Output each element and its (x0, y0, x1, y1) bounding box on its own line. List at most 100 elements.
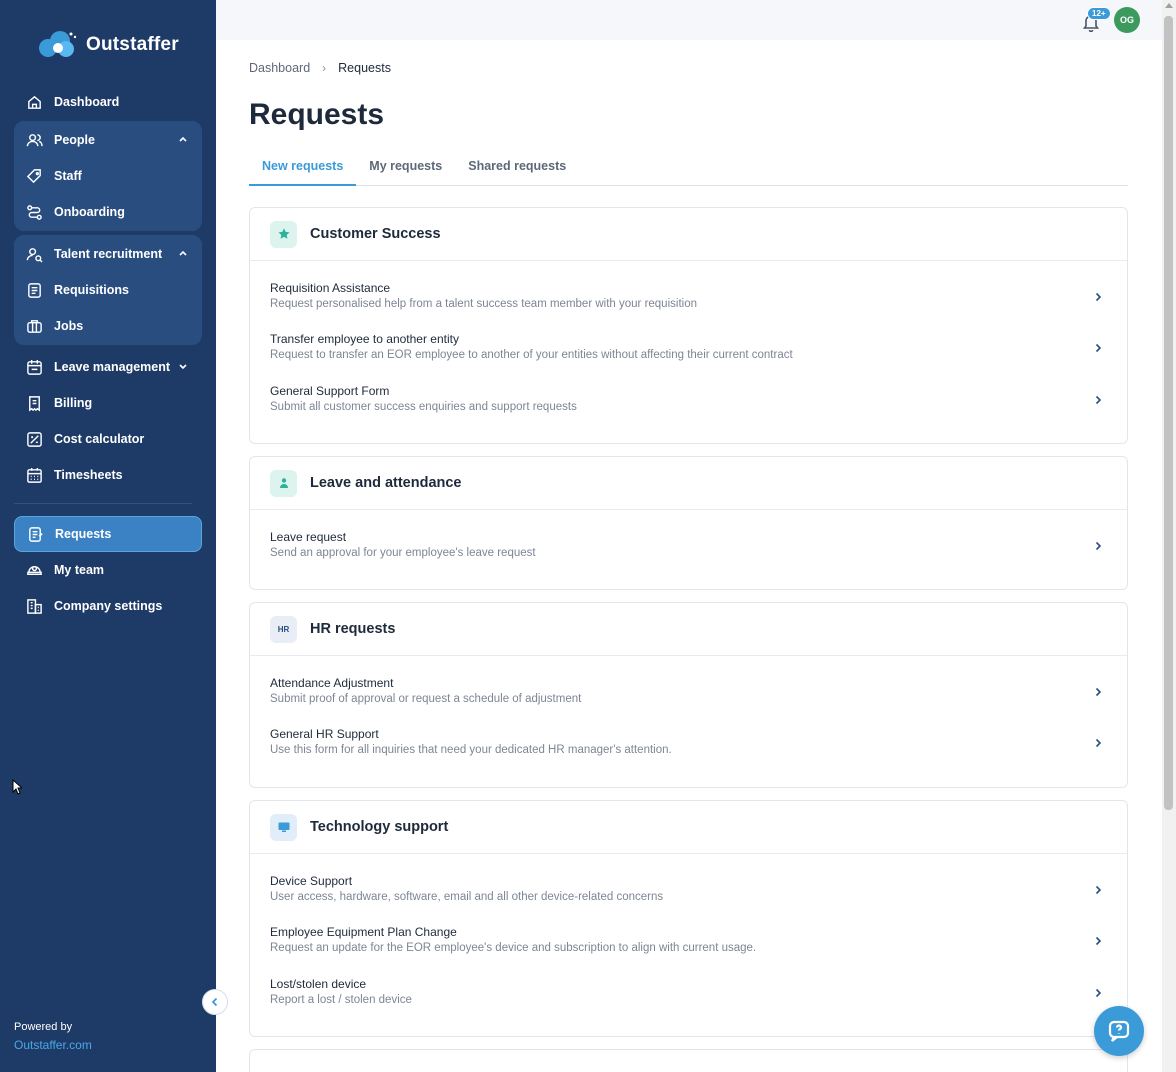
sidebar-collapse-button[interactable] (202, 989, 228, 1015)
request-item-general-support-form[interactable]: General Support Form Submit all customer… (250, 380, 1127, 431)
chevron-right-icon (1095, 885, 1102, 895)
card-header: Technology support (250, 801, 1127, 854)
sidebar-item-label: Timesheets (54, 468, 123, 482)
card-leave-attendance: Leave and attendance Leave request Send … (249, 456, 1128, 591)
star-icon (270, 220, 297, 248)
card-technology-support: Technology support Device Support User a… (249, 800, 1128, 1037)
chat-help-icon (1108, 1020, 1130, 1042)
chevron-right-icon (1095, 937, 1102, 946)
request-item-title: Attendance Adjustment (270, 676, 394, 690)
request-item-transfer-employee[interactable]: Transfer employee to another entity Requ… (250, 328, 1127, 379)
sidebar-item-people[interactable]: People (14, 122, 202, 158)
sidebar-item-label: Company settings (54, 599, 163, 613)
tab-shared-requests[interactable]: Shared requests (455, 152, 579, 186)
card-header: Leave and attendance (250, 457, 1127, 510)
tag-icon (25, 167, 43, 185)
sidebar-item-label: Cost calculator (54, 432, 145, 446)
chevron-right-icon (1095, 988, 1102, 997)
request-item-equipment-plan-change[interactable]: Employee Equipment Plan Change Request a… (250, 921, 1127, 972)
tab-my-requests[interactable]: My requests (356, 152, 455, 186)
chevron-right-icon: › (322, 61, 327, 75)
sidebar-item-label: Requests (55, 527, 112, 541)
chevron-up-icon (179, 136, 187, 142)
chevron-right-icon (1095, 292, 1102, 302)
sidebar-item-label: Leave management (54, 360, 171, 374)
request-item-description: Use this form for all inquiries that nee… (270, 744, 672, 757)
request-item-device-support[interactable]: Device Support User access, hardware, so… (250, 870, 1127, 921)
sidebar-item-label: Jobs (54, 319, 84, 333)
request-item-description: Request personalised help from a talent … (270, 298, 697, 310)
sidebar-group-people: People Staff Onboarding (14, 121, 202, 231)
card-title: HR requests (310, 621, 396, 637)
request-item-title: Lost/stolen device (270, 976, 367, 991)
receipt-icon (25, 394, 43, 412)
request-item-title: Requisition Assistance (270, 281, 391, 295)
request-item-description: Send an approval for your employee's lea… (270, 547, 536, 559)
breadcrumb-dashboard[interactable]: Dashboard (249, 61, 310, 75)
sidebar-item-requisitions[interactable]: Requisitions (14, 272, 202, 308)
sidebar-item-cost-calculator[interactable]: Cost calculator (14, 421, 202, 457)
request-icon (26, 525, 44, 543)
request-item-description: Request to transfer an EOR employee to a… (270, 349, 793, 362)
sidebar-item-billing[interactable]: Billing (14, 385, 202, 421)
sidebar-item-my-team[interactable]: My team (14, 552, 202, 588)
calendar-icon (25, 358, 43, 376)
sidebar-item-label: Billing (54, 396, 93, 410)
outstaffer-logo-icon (39, 31, 77, 57)
briefcase-icon (25, 317, 43, 335)
sidebar-item-requests[interactable]: Requests (14, 516, 202, 552)
sidebar-divider (14, 503, 192, 504)
card-hr-requests: HR HR requests Attendance Adjustment Sub… (249, 602, 1128, 788)
notification-badge: 12+ (1087, 7, 1111, 20)
request-item-title: Leave request (270, 530, 347, 544)
card-title: Customer Success (310, 226, 441, 242)
sidebar-item-label: My team (54, 563, 105, 577)
page-title: Requests (249, 98, 385, 131)
card-title: Technology support (310, 819, 449, 835)
sidebar-item-label: People (54, 133, 95, 147)
request-item-lost-stolen-device[interactable]: Lost/stolen device Report a lost / stole… (250, 973, 1127, 1024)
request-item-description: Submit all customer success enquiries an… (270, 400, 577, 413)
card-body: Attendance Adjustment Submit proof of ap… (250, 656, 1127, 787)
brand-logo[interactable]: Outstaffer (36, 30, 179, 60)
card-header: Customer Success (250, 208, 1127, 261)
avatar[interactable]: OG (1114, 7, 1140, 33)
request-item-attendance-adjustment[interactable]: Attendance Adjustment Submit proof of ap… (250, 672, 1127, 723)
card-customer-success: Customer Success Requisition Assistance … (249, 207, 1128, 444)
sidebar-item-staff[interactable]: Staff (14, 158, 202, 194)
home-icon (25, 93, 43, 111)
request-item-leave-request[interactable]: Leave request Send an approval for your … (250, 526, 1127, 577)
sidebar-item-company-settings[interactable]: Company settings (14, 588, 202, 624)
sidebar-item-dashboard[interactable]: Dashboard (14, 84, 202, 120)
card-body: Requisition Assistance Request personali… (250, 261, 1127, 443)
card-body: Device Support User access, hardware, so… (250, 854, 1127, 1036)
request-item-description: Request an update for the EOR employee's… (270, 942, 757, 955)
request-tabs: New requests My requests Shared requests (249, 152, 1128, 186)
scroll-up-arrow-icon[interactable] (1165, 3, 1173, 8)
sidebar-item-label: Staff (54, 169, 82, 183)
card-body: Leave request Send an approval for your … (250, 510, 1127, 589)
help-chat-button[interactable] (1094, 1006, 1144, 1056)
calculator-icon (25, 430, 43, 448)
sidebar: Outstaffer Dashboard People Staff Onboar… (0, 0, 216, 1072)
powered-by-link[interactable]: Outstaffer.com (14, 1038, 92, 1052)
sidebar-item-label: Dashboard (54, 95, 120, 109)
sidebar-item-timesheets[interactable]: Timesheets (14, 457, 202, 493)
sidebar-item-jobs[interactable]: Jobs (14, 308, 202, 344)
sidebar-item-talent-recruitment[interactable]: Talent recruitment (14, 236, 202, 272)
powered-by-label: Powered by (14, 1021, 73, 1033)
hr-badge-icon: HR (270, 615, 297, 643)
timesheet-icon (25, 466, 43, 484)
request-item-title: Employee Equipment Plan Change (270, 925, 457, 940)
chevron-right-icon (1095, 541, 1102, 551)
sidebar-item-onboarding[interactable]: Onboarding (14, 194, 202, 230)
tab-new-requests[interactable]: New requests (249, 152, 357, 186)
request-item-requisition-assistance[interactable]: Requisition Assistance Request personali… (250, 277, 1127, 328)
scrollbar-thumb[interactable] (1164, 16, 1173, 810)
request-item-title: General Support Form (270, 383, 390, 398)
request-item-general-hr-support[interactable]: General HR Support Use this form for all… (250, 723, 1127, 774)
route-icon (25, 203, 43, 221)
building-icon (25, 597, 43, 615)
sidebar-item-leave-management[interactable]: Leave management (14, 349, 202, 385)
sidebar-item-label: Requisitions (54, 283, 130, 297)
